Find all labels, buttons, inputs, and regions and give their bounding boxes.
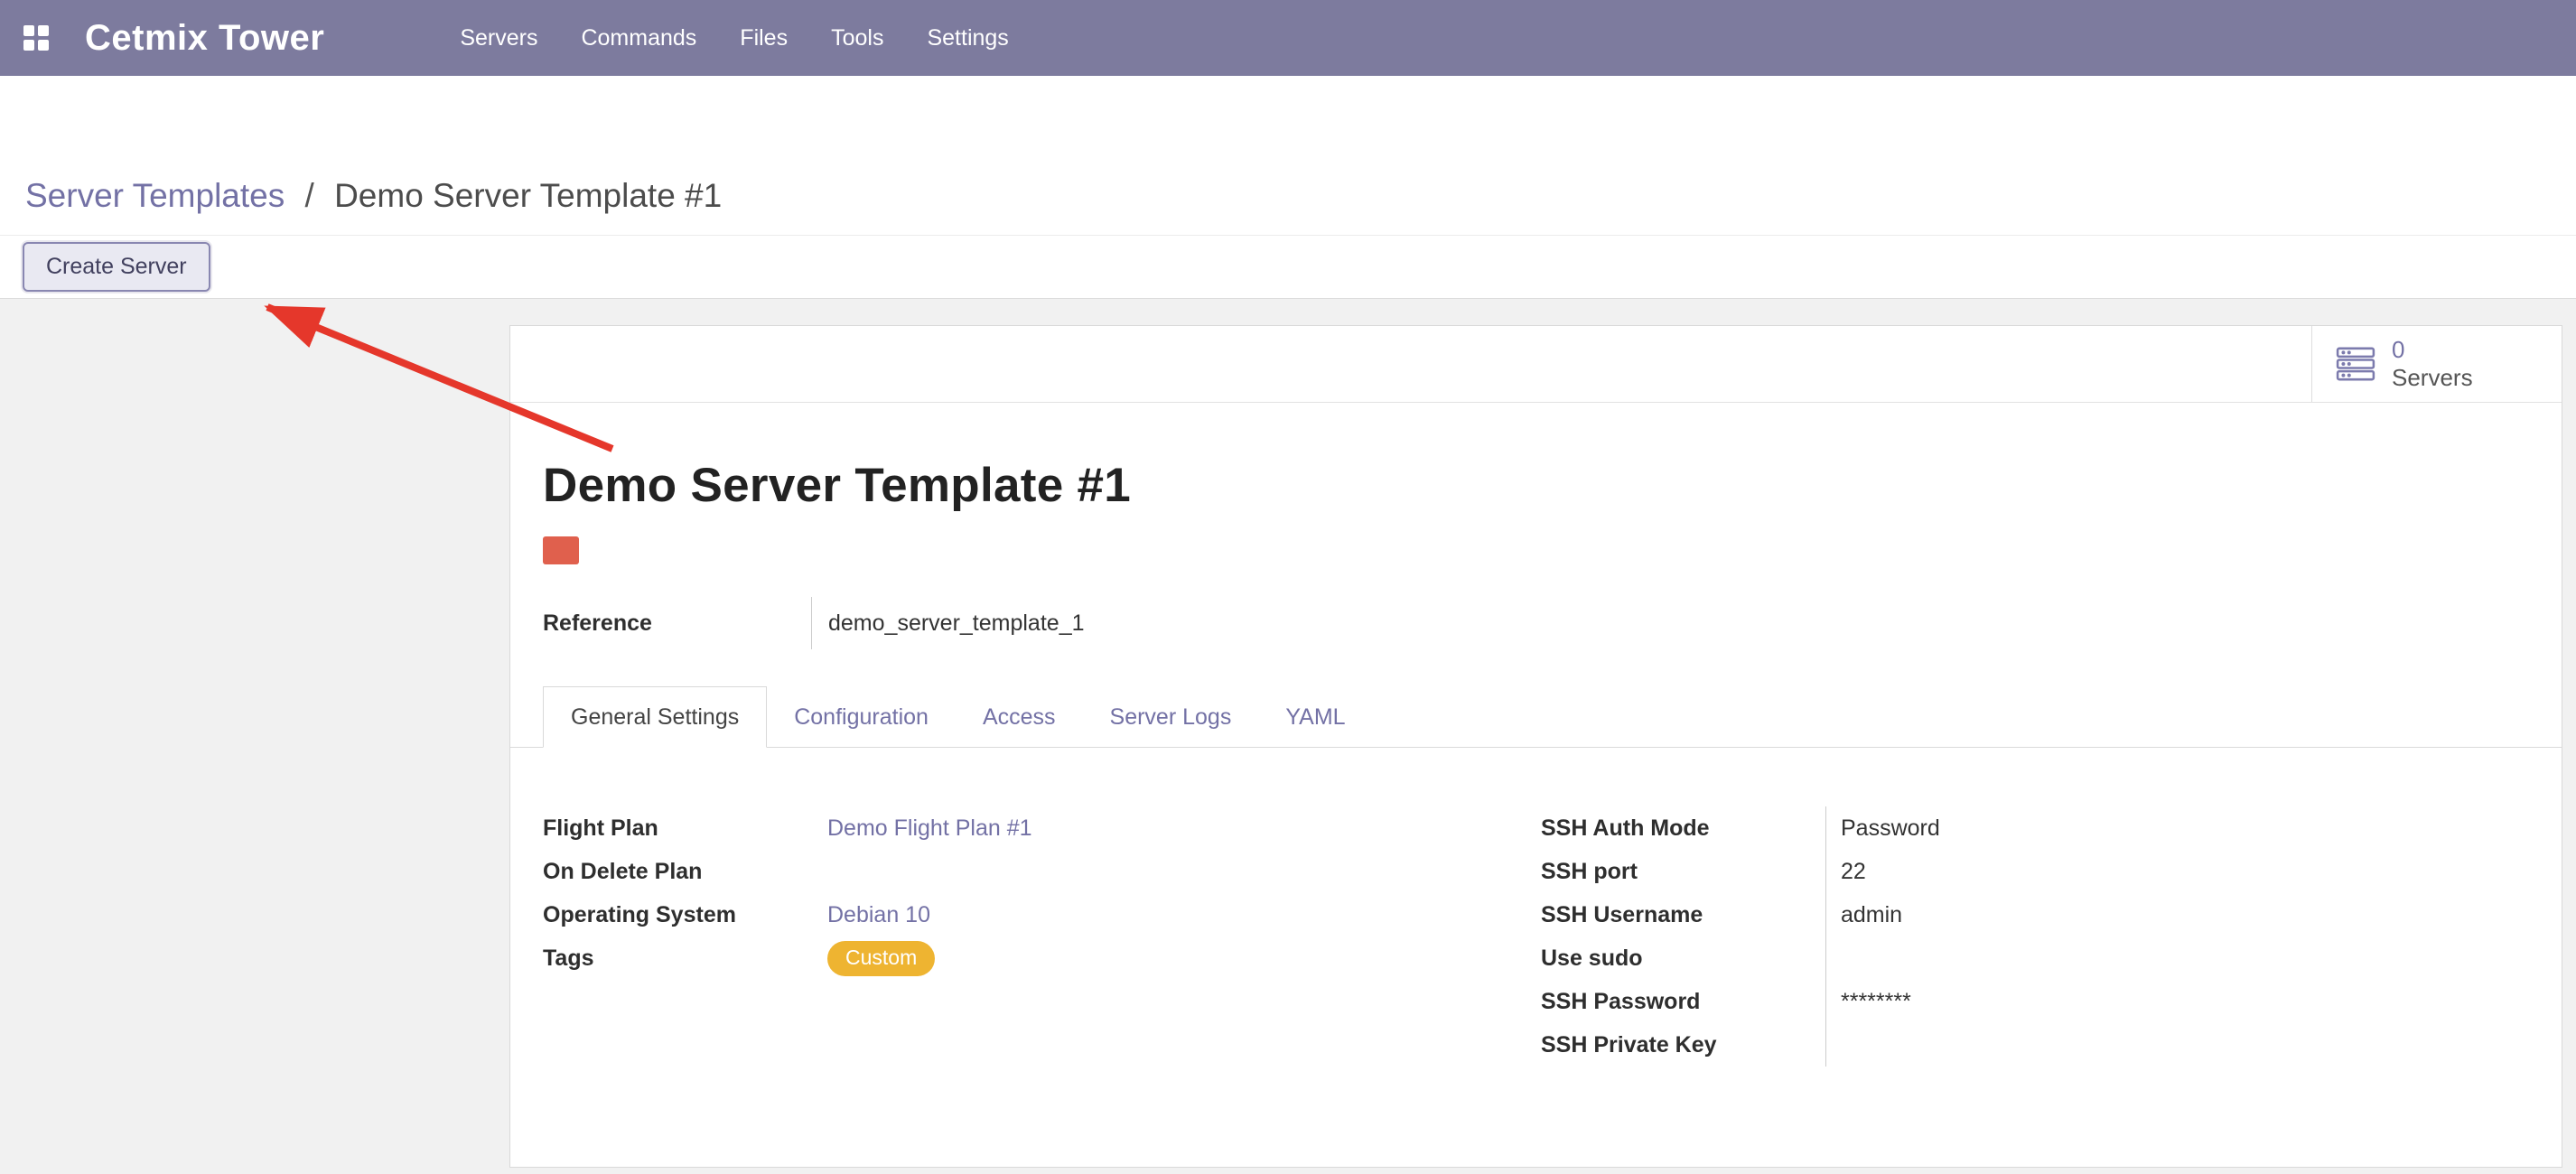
tab-server-logs[interactable]: Server Logs [1083, 686, 1259, 748]
field-ssh-password: SSH Password ******** [1541, 980, 2096, 1023]
menu-files[interactable]: Files [740, 25, 788, 51]
ssh-port-value: 22 [1825, 850, 2096, 893]
top-navbar: Cetmix Tower Servers Commands Files Tool… [0, 0, 2576, 76]
ssh-private-key-value [1825, 1023, 2096, 1067]
servers-count: 0 [2392, 336, 2473, 364]
field-label: SSH Username [1541, 902, 1825, 928]
tab-yaml[interactable]: YAML [1258, 686, 1372, 748]
field-label: SSH port [1541, 859, 1825, 885]
servers-stat-button[interactable]: 0 Servers [2311, 326, 2562, 402]
menu-settings[interactable]: Settings [927, 25, 1008, 51]
field-label: Tags [543, 946, 827, 972]
field-label: Flight Plan [543, 815, 827, 842]
field-label: Operating System [543, 902, 827, 928]
brand-title[interactable]: Cetmix Tower [85, 18, 324, 59]
menu-commands[interactable]: Commands [581, 25, 696, 51]
breadcrumb: Server Templates / Demo Server Template … [25, 177, 722, 215]
breadcrumb-current: Demo Server Template #1 [334, 177, 722, 214]
tag-custom: Custom [827, 941, 935, 976]
reference-label: Reference [543, 610, 811, 637]
create-server-button[interactable]: Create Server [23, 242, 210, 292]
operating-system-link[interactable]: Debian 10 [827, 893, 930, 936]
field-label: SSH Private Key [1541, 1032, 1825, 1058]
tab-general-settings[interactable]: General Settings [543, 686, 767, 748]
template-color-swatch[interactable] [543, 536, 579, 564]
apps-grid-icon[interactable] [23, 25, 49, 51]
breadcrumb-parent-link[interactable]: Server Templates [25, 177, 285, 214]
control-panel: Server Templates / Demo Server Template … [0, 76, 2576, 235]
menu-tools[interactable]: Tools [831, 25, 883, 51]
main-menu: Servers Commands Files Tools Settings [460, 25, 1008, 51]
card-header: 0 Servers [510, 326, 2562, 403]
reference-field: Reference demo_server_template_1 [543, 597, 1085, 649]
page-title: Demo Server Template #1 [543, 458, 1131, 513]
field-label: SSH Auth Mode [1541, 815, 1825, 842]
tab-configuration[interactable]: Configuration [767, 686, 956, 748]
ssh-auth-mode-value: Password [1825, 806, 2096, 850]
field-label: On Delete Plan [543, 859, 827, 885]
field-label: Use sudo [1541, 946, 1825, 972]
tab-access[interactable]: Access [956, 686, 1083, 748]
flight-plan-link[interactable]: Demo Flight Plan #1 [827, 806, 1032, 850]
field-flight-plan: Flight Plan Demo Flight Plan #1 [543, 806, 1032, 850]
field-use-sudo: Use sudo [1541, 936, 2096, 980]
form-tabs: General Settings Configuration Access Se… [510, 686, 2562, 748]
field-ssh-username: SSH Username admin [1541, 893, 2096, 936]
field-ssh-port: SSH port 22 [1541, 850, 2096, 893]
field-tags: Tags Custom [543, 936, 1032, 980]
servers-stack-icon [2336, 347, 2375, 381]
servers-count-label: Servers [2392, 364, 2473, 392]
field-label: SSH Password [1541, 989, 1825, 1015]
breadcrumb-separator: / [305, 177, 314, 214]
field-group-left: Flight Plan Demo Flight Plan #1 On Delet… [543, 806, 1032, 980]
menu-servers[interactable]: Servers [460, 25, 537, 51]
ssh-username-value: admin [1825, 893, 2096, 936]
reference-value: demo_server_template_1 [811, 597, 1085, 649]
field-operating-system: Operating System Debian 10 [543, 893, 1032, 936]
server-template-form: 0 Servers Demo Server Template #1 Refere… [509, 325, 2562, 1168]
field-ssh-auth-mode: SSH Auth Mode Password [1541, 806, 2096, 850]
field-on-delete-plan: On Delete Plan [543, 850, 1032, 893]
ssh-password-value: ******** [1825, 980, 2096, 1023]
action-bar: Create Server [0, 235, 2576, 299]
field-ssh-private-key: SSH Private Key [1541, 1023, 2096, 1067]
use-sudo-value [1825, 936, 2096, 980]
field-group-right: SSH Auth Mode Password SSH port 22 SSH U… [1541, 806, 2096, 1067]
